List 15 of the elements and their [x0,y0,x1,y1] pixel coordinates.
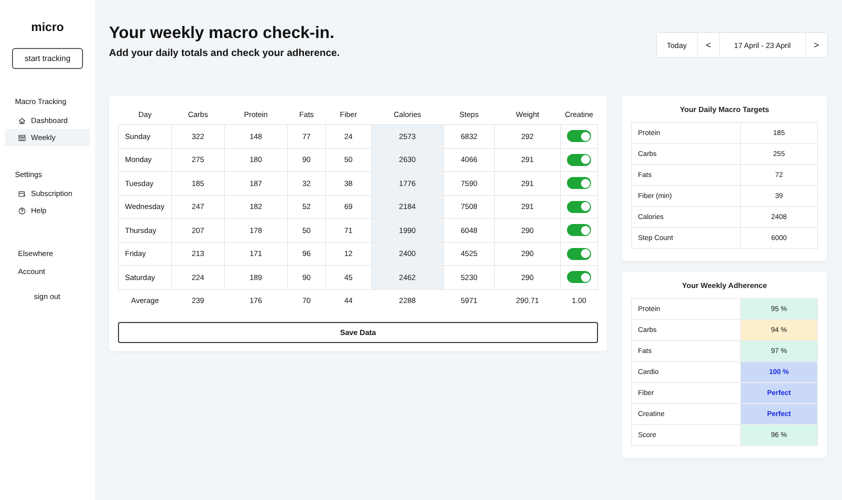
home-icon [18,116,26,124]
creatine-toggle[interactable] [567,271,591,284]
help-icon [18,206,26,214]
creatine-toggle[interactable] [567,130,591,142]
page-title: Your weekly macro check-in. [109,24,336,43]
app-logo: micro [30,20,65,34]
creatine-toggle[interactable] [567,248,591,260]
creatine-toggle[interactable] [567,154,591,166]
creatine-toggle[interactable] [567,224,591,236]
creatine-toggle[interactable] [567,200,591,213]
page-subtitle: Add your daily totals and check your adherence. [109,48,340,59]
creatine-toggle[interactable] [567,177,591,190]
table-icon [18,134,26,142]
card-icon [18,190,26,198]
start-tracking-button[interactable]: start tracking [12,48,83,69]
